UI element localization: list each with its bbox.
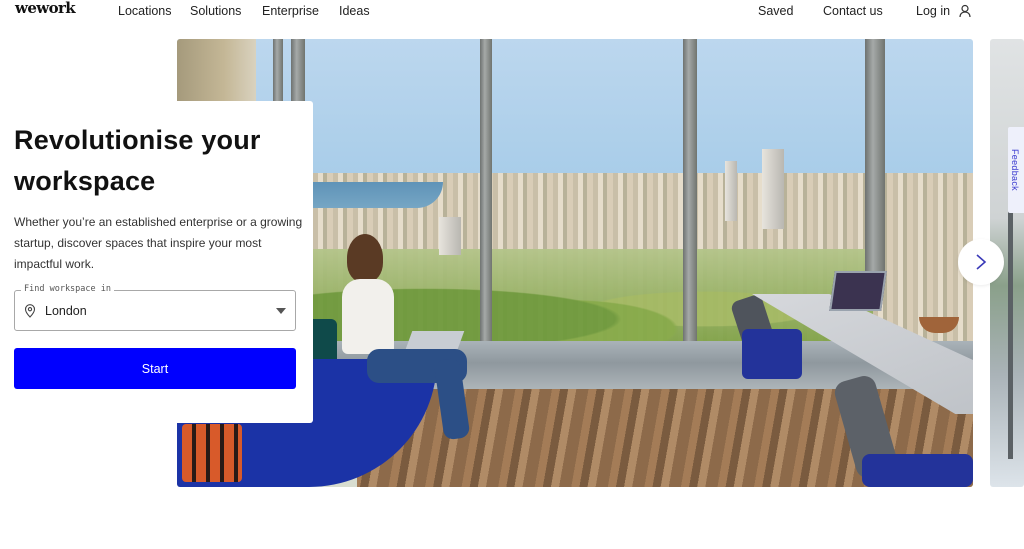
laptop: [829, 271, 887, 311]
feedback-tab[interactable]: Feedback: [1008, 127, 1024, 213]
nav-link-solutions[interactable]: Solutions: [190, 4, 241, 18]
nav-link-log-in[interactable]: Log in: [916, 4, 950, 18]
window-frame: [1008, 209, 1013, 459]
harbour-water: [313, 182, 443, 208]
feedback-label: Feedback: [1010, 149, 1020, 191]
wework-logo[interactable]: wework: [15, 0, 76, 17]
person-torso: [342, 279, 394, 354]
caret-down-icon: [276, 308, 286, 314]
hero-headline: Revolutionise your workspace: [14, 125, 261, 196]
blue-chair: [862, 454, 973, 487]
concrete-pillar: [177, 39, 256, 101]
laptop: [405, 331, 465, 349]
blue-chair: [742, 329, 802, 379]
location-select-value: London: [45, 304, 87, 318]
window-frame: [683, 39, 697, 354]
map-pin-icon: [24, 304, 36, 318]
window-frame: [865, 39, 885, 279]
carousel-next-button[interactable]: [958, 239, 1004, 285]
striped-cushion: [182, 424, 242, 482]
location-select-label: Find workspace in: [21, 284, 114, 294]
nav-link-ideas[interactable]: Ideas: [339, 4, 370, 18]
nav-link-saved[interactable]: Saved: [758, 4, 793, 18]
nav-link-locations[interactable]: Locations: [118, 4, 172, 18]
hero-subtext: Whether you’re an established enterprise…: [14, 215, 303, 271]
tower-building: [439, 217, 461, 255]
user-icon[interactable]: [958, 4, 972, 18]
person-hair: [347, 234, 383, 282]
top-navigation: wework Locations Solutions Enterprise Id…: [0, 0, 1024, 24]
window-frame: [480, 39, 492, 349]
chevron-right-icon: [976, 254, 987, 270]
start-button[interactable]: Start: [14, 348, 296, 389]
tower-building: [762, 149, 784, 229]
tower-building: [725, 161, 737, 221]
location-select[interactable]: Find workspace in London: [14, 284, 296, 331]
nav-link-enterprise[interactable]: Enterprise: [262, 4, 319, 18]
nav-link-contact-us[interactable]: Contact us: [823, 4, 883, 18]
